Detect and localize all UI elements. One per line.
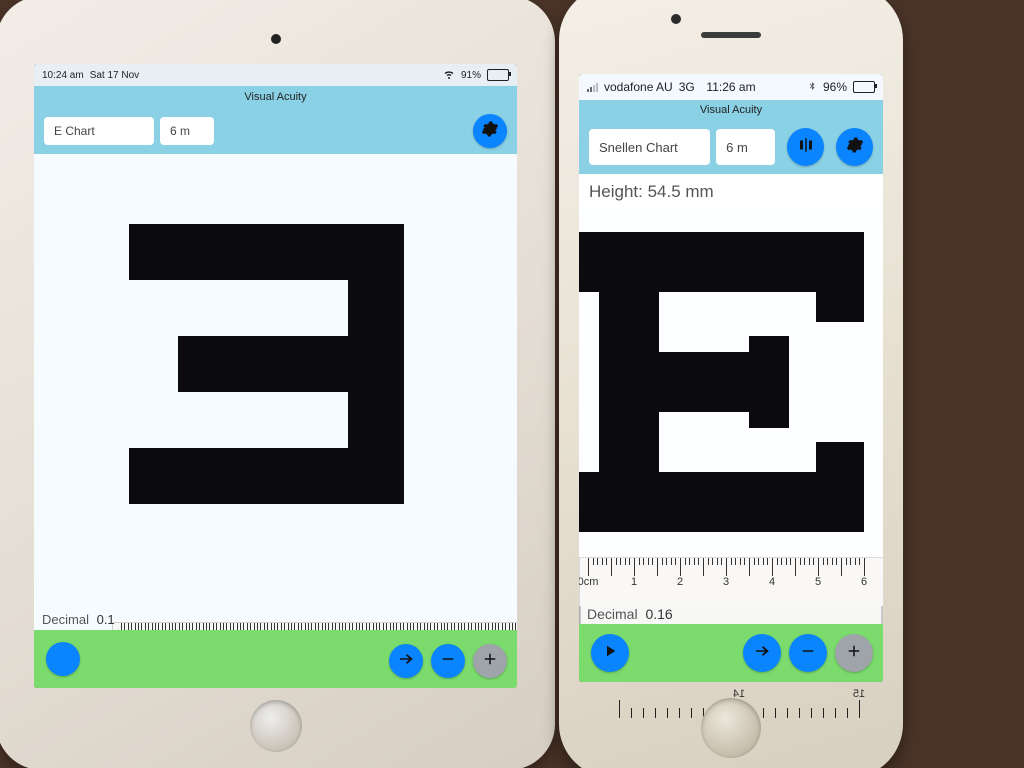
iphone-home-button[interactable] [701, 698, 761, 758]
ipad-title-bar: Visual Acuity [34, 86, 517, 108]
iphone-app-title: Visual Acuity [700, 104, 762, 116]
distance-label: 6 m [170, 124, 190, 138]
carrier-label: vodafone AU [604, 80, 673, 94]
gear-icon [481, 120, 499, 143]
chart-type-selector[interactable]: Snellen Chart [589, 129, 710, 165]
iphone-device: vodafone AU 3G 11:26 am 96% Visual Acuit… [559, 0, 903, 768]
ipad-toolbar: E Chart 6 m [34, 108, 517, 154]
play-button[interactable] [591, 634, 629, 672]
minus-icon [799, 642, 817, 665]
iphone-screen: vodafone AU 3G 11:26 am 96% Visual Acuit… [579, 74, 883, 682]
decimal-label: Decimal [42, 612, 89, 627]
iphone-status-bar: vodafone AU 3G 11:26 am 96% [579, 74, 883, 100]
plus-icon [481, 650, 499, 673]
iphone-status-time: 11:26 am [706, 80, 755, 94]
ipad-status-date: Sat 17 Nov [90, 70, 139, 81]
iphone-earpiece [701, 32, 761, 38]
decimal-value: 0.16 [645, 606, 672, 622]
ipad-front-camera [271, 34, 281, 44]
minus-icon [439, 650, 457, 673]
signal-icon [587, 82, 598, 92]
ipad-home-button[interactable] [250, 700, 302, 752]
chart-type-selector[interactable]: E Chart [44, 117, 154, 145]
decimal-readout: Decimal 0.16 [579, 606, 883, 624]
play-icon [601, 642, 619, 665]
iphone-toolbar: Snellen Chart 6 m [579, 120, 883, 174]
distance-selector[interactable]: 6 m [160, 117, 214, 145]
iphone-front-camera [671, 14, 681, 24]
play-button[interactable] [46, 642, 80, 676]
next-button[interactable] [743, 634, 781, 672]
settings-button[interactable] [473, 114, 507, 148]
distance-label: 6 m [726, 140, 748, 155]
distance-selector[interactable]: 6 m [716, 129, 775, 165]
chart-type-label: E Chart [54, 124, 95, 138]
battery-icon [487, 69, 509, 81]
height-readout: Height: 54.5 mm [579, 174, 883, 202]
decrease-button[interactable] [789, 634, 827, 672]
ipad-battery-text: 91% [461, 70, 481, 81]
e-optotype [599, 232, 864, 532]
photo-scene: 10:24 am Sat 17 Nov 91% Visual Acuity [0, 0, 1024, 768]
gear-icon [846, 136, 864, 159]
arrow-right-icon [753, 642, 771, 665]
decrease-button[interactable] [431, 644, 465, 678]
bluetooth-icon [807, 80, 817, 95]
decimal-readout: Decimal 0.1 [42, 612, 115, 627]
decimal-label: Decimal [587, 606, 638, 622]
ipad-screen: 10:24 am Sat 17 Nov 91% Visual Acuity [34, 64, 517, 688]
mirror-icon [797, 136, 815, 159]
next-button[interactable] [389, 644, 423, 678]
iphone-battery-text: 96% [823, 80, 847, 94]
ipad-status-time: 10:24 am [42, 70, 84, 81]
ipad-device: 10:24 am Sat 17 Nov 91% Visual Acuity [0, 0, 555, 768]
e-optotype-reversed [129, 224, 404, 504]
ipad-footer-bar: Decimal 0.1 [34, 630, 517, 688]
mirror-toggle-button[interactable] [787, 128, 824, 166]
ipad-app-title: Visual Acuity [244, 91, 306, 103]
decimal-value: 0.1 [97, 612, 115, 627]
increase-button[interactable] [473, 644, 507, 678]
settings-button[interactable] [836, 128, 873, 166]
ipad-status-bar: 10:24 am Sat 17 Nov 91% [34, 64, 517, 86]
battery-icon [853, 81, 875, 93]
iphone-title-bar: Visual Acuity [579, 100, 883, 120]
iphone-footer-bar [579, 624, 883, 682]
chart-type-label: Snellen Chart [599, 140, 678, 155]
increase-button[interactable] [835, 634, 873, 672]
wifi-icon [443, 68, 455, 83]
arrow-right-icon [397, 650, 415, 673]
plus-icon [845, 642, 863, 665]
network-label: 3G [679, 80, 695, 94]
iphone-chart-canvas: 0cm123456 [579, 202, 883, 606]
ipad-chart-canvas: 0cm123456789101112 1514131211 [34, 154, 517, 630]
